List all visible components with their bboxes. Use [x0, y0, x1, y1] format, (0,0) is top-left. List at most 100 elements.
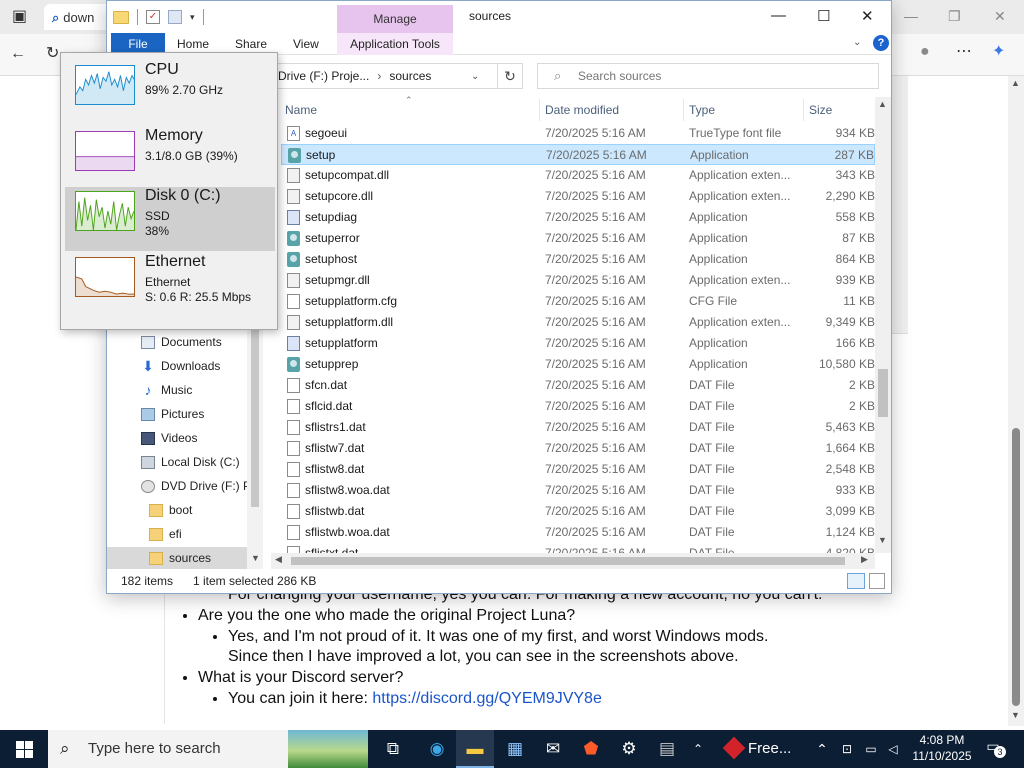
file-row[interactable]: setupdiag 7/20/2025 5:16 AM Application 558… — [281, 207, 875, 228]
perf-item-cpu[interactable]: CPU 89% 2.70 GHz — [65, 61, 275, 125]
perf-item-disk-0-c[interactable]: Disk 0 (C:) SSD 38% — [65, 187, 275, 251]
large-icons-view-button[interactable] — [869, 573, 885, 589]
address-bar[interactable]: Drive (F:) Proje... › sources — [275, 63, 523, 89]
file-row[interactable]: sflistwb.dat 7/20/2025 5:16 AM DAT File 3,0… — [281, 501, 875, 522]
scroll-right-icon[interactable]: ▶ — [861, 554, 868, 565]
tab-view[interactable]: View — [283, 33, 329, 55]
nav-item-local-disk-c[interactable]: Local Disk (C:) — [107, 451, 247, 475]
file-row[interactable]: setupplatform 7/20/2025 5:16 AM Applicatio… — [281, 333, 875, 354]
details-view-button[interactable] — [847, 573, 865, 589]
file-row[interactable]: setupplatform.cfg 7/20/2025 5:16 AM CFG Fi… — [281, 291, 875, 312]
brave-browser-icon[interactable]: ⬟ — [572, 730, 610, 768]
manage-tab[interactable]: Manage — [337, 5, 453, 33]
sidebar-toggle-icon[interactable]: ▣ — [12, 9, 27, 25]
chevron-up-icon[interactable]: ⌃ — [690, 730, 706, 768]
discord-link[interactable]: https://discord.gg/QYEM9JVY8e — [372, 690, 601, 707]
column-name[interactable]: Name — [285, 103, 317, 117]
nav-item-downloads[interactable]: ⬇ Downloads — [107, 355, 247, 379]
file-row[interactable]: sflcid.dat 7/20/2025 5:16 AM DAT File 2 KB — [281, 396, 875, 417]
scroll-down-icon[interactable]: ▼ — [1011, 710, 1020, 720]
show-hidden-icons-icon[interactable]: ⌃ — [814, 730, 830, 768]
horizontal-scroll-thumb[interactable] — [291, 557, 845, 565]
nav-item-music[interactable]: ♪ Music — [107, 379, 247, 403]
settings-gear-icon[interactable]: ⚙ — [610, 730, 648, 768]
start-button[interactable] — [0, 730, 48, 768]
page-scroll-thumb[interactable] — [1012, 428, 1020, 706]
scroll-down-icon[interactable]: ▼ — [251, 553, 260, 563]
browser-maximize-button[interactable]: ❐ — [948, 8, 961, 25]
volume-icon[interactable]: ◁ — [884, 730, 902, 768]
network-icon[interactable]: ⊡ — [838, 730, 856, 768]
nav-item-efi[interactable]: efi — [107, 523, 247, 547]
back-icon[interactable]: ← — [10, 46, 26, 62]
browser-tab[interactable]: ⌕ down — [44, 4, 114, 30]
file-row[interactable]: sflistrs1.dat 7/20/2025 5:16 AM DAT File 5,… — [281, 417, 875, 438]
browser-minimize-button[interactable]: — — [904, 8, 918, 24]
profile-icon[interactable]: ● — [920, 44, 930, 60]
task-view-icon[interactable]: ⧉ — [374, 730, 412, 768]
close-button[interactable]: ✕ — [861, 7, 874, 25]
edge-browser-icon[interactable]: ◉ — [418, 730, 456, 768]
file-row[interactable]: setupmgr.dll 7/20/2025 5:16 AM Application… — [281, 270, 875, 291]
file-list-horizontal-scrollbar[interactable]: ◀ ▶ — [271, 553, 875, 569]
more-options-icon[interactable]: ⋯ — [956, 44, 972, 60]
nav-item-pictures[interactable]: Pictures — [107, 403, 247, 427]
refresh-button[interactable]: ↻ — [497, 63, 523, 89]
file-row[interactable]: setupcompat.dll 7/20/2025 5:16 AM Applicat… — [281, 165, 875, 186]
copilot-icon[interactable]: ✦ — [992, 44, 1005, 60]
file-row[interactable]: Asegoeui 7/20/2025 5:16 AM TrueType font f… — [281, 123, 875, 144]
nav-item-documents[interactable]: Documents — [107, 331, 247, 355]
search-input[interactable]: ⌕ Search sources — [537, 63, 879, 89]
column-date-modified[interactable]: Date modified — [545, 103, 619, 117]
maximize-button[interactable]: ☐ — [817, 7, 830, 25]
file-row[interactable]: sflistw7.dat 7/20/2025 5:16 AM DAT File 1,6… — [281, 438, 875, 459]
column-size[interactable]: Size — [809, 103, 832, 117]
file-row[interactable]: sflistw8.woa.dat 7/20/2025 5:16 AM DAT Fil… — [281, 480, 875, 501]
scroll-up-icon[interactable]: ▲ — [878, 99, 887, 109]
mail-icon[interactable]: ✉ — [534, 730, 572, 768]
scroll-up-icon[interactable]: ▲ — [1011, 78, 1020, 88]
column-type[interactable]: Type — [689, 103, 715, 117]
search-highlight-image[interactable] — [288, 730, 368, 768]
file-list-vertical-scrollbar[interactable]: ▲ ▼ — [875, 97, 891, 553]
file-row[interactable]: setuphost 7/20/2025 5:16 AM Application 864… — [281, 249, 875, 270]
taskbar-search-box[interactable]: ⌕ Type here to search — [48, 730, 288, 768]
file-row[interactable]: sflistw8.dat 7/20/2025 5:16 AM DAT File 2,5… — [281, 459, 875, 480]
file-row[interactable]: sflistxt.dat 7/20/2025 5:16 AM DAT File 4,8… — [281, 543, 875, 553]
free-game-button[interactable]: Free... — [716, 730, 804, 768]
chevron-down-icon[interactable]: ▾ — [190, 12, 195, 23]
minimize-button[interactable]: — — [771, 7, 786, 24]
reload-icon[interactable]: ↻ — [46, 46, 59, 62]
file-explorer-icon[interactable]: ▬ — [456, 730, 494, 768]
system-clock[interactable]: 4:08 PM 11/10/2025 — [910, 732, 974, 764]
app-icon[interactable]: ▤ — [648, 730, 686, 768]
perf-item-ethernet[interactable]: Ethernet Ethernet S: 0.6 R: 25.5 Mbps — [65, 253, 275, 317]
file-row[interactable]: setuperror 7/20/2025 5:16 AM Application 87… — [281, 228, 875, 249]
ribbon-expand-icon[interactable]: ⌄ — [853, 37, 861, 48]
file-row[interactable]: setupcore.dll 7/20/2025 5:16 AM Applicatio… — [281, 186, 875, 207]
nav-item-videos[interactable]: Videos — [107, 427, 247, 451]
notifications-icon[interactable]: ▭ 3 — [982, 738, 1006, 758]
file-row[interactable]: setupprep 7/20/2025 5:16 AM Application 10,… — [281, 354, 875, 375]
perf-item-memory[interactable]: Memory 3.1/8.0 GB (39%) — [65, 127, 275, 191]
file-row[interactable]: setupplatform.dll 7/20/2025 5:16 AM Applic… — [281, 312, 875, 333]
file-row[interactable]: setup 7/20/2025 5:16 AM Application 287 KB — [281, 144, 875, 165]
device-icon[interactable]: ▭ — [862, 730, 880, 768]
new-folder-icon[interactable] — [168, 10, 182, 24]
browser-close-button[interactable]: ✕ — [994, 8, 1006, 25]
scroll-down-icon[interactable]: ▼ — [878, 535, 887, 545]
vertical-scroll-thumb[interactable] — [878, 369, 888, 417]
tab-application-tools[interactable]: Application Tools — [337, 33, 453, 55]
store-icon[interactable]: ▦ — [496, 730, 534, 768]
file-size: 2 KB — [848, 399, 875, 413]
file-row[interactable]: sfcn.dat 7/20/2025 5:16 AM DAT File 2 KB — [281, 375, 875, 396]
file-row[interactable]: sflistwb.woa.dat 7/20/2025 5:16 AM DAT Fil… — [281, 522, 875, 543]
page-scrollbar[interactable]: ▲ ▼ — [1008, 76, 1024, 726]
address-dropdown-icon[interactable]: ⌄ — [471, 71, 479, 82]
help-icon[interactable]: ? — [873, 35, 889, 51]
properties-icon[interactable]: ✓ — [146, 10, 160, 24]
scroll-left-icon[interactable]: ◀ — [275, 554, 282, 565]
nav-item-dvd-drive-f-pr[interactable]: DVD Drive (F:) Pr — [107, 475, 255, 499]
nav-item-sources[interactable]: sources — [107, 547, 247, 571]
nav-item-boot[interactable]: boot — [107, 499, 247, 523]
